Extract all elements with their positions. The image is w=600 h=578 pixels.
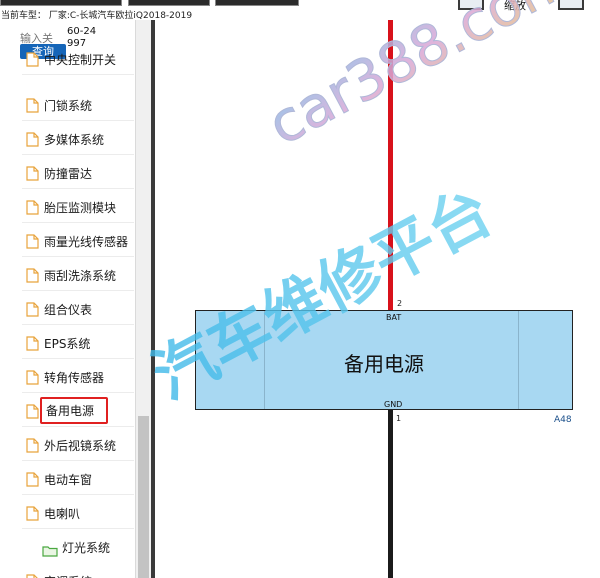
wiring-diagram[interactable]: 2 BAT 备用电源 GND 1 A48	[155, 20, 600, 578]
bat-wire	[388, 20, 393, 310]
gnd-wire	[388, 410, 393, 578]
tree-item-label: 组合仪表	[44, 303, 93, 317]
sidebar-tree: 输入关 60-24997 查询 中央控制开关 门锁系统 多媒体系统 防撞雷达 胎压监测模…	[0, 20, 135, 578]
zoom-button[interactable]	[458, 0, 484, 10]
toolbar-button-2[interactable]	[128, 0, 210, 6]
tree-item-partial[interactable]: 空调系统	[22, 564, 134, 578]
toolbar-button-3[interactable]	[215, 0, 299, 6]
tree-item[interactable]: 电喇叭	[22, 496, 134, 529]
document-icon	[26, 98, 39, 117]
tree-item[interactable]: 防撞雷达	[22, 156, 134, 189]
fit-window-button[interactable]	[558, 0, 584, 10]
tree-item[interactable]: EPS系统	[22, 326, 134, 359]
gnd-pin-label: GND	[384, 400, 403, 409]
tree-item[interactable]: 雨刮洗涤系统	[22, 258, 134, 291]
tree-item[interactable]: 多媒体系统	[22, 122, 134, 155]
component-name: 备用电源	[344, 352, 424, 376]
document-icon	[26, 200, 39, 219]
tree-item[interactable]: 电动车窗	[22, 462, 134, 495]
pin-number-bottom: 1	[396, 414, 402, 423]
tree-item-label: 胎压监测模块	[44, 201, 117, 215]
top-toolbar: 当前车型： 厂家:C-长城汽车欧拉iQ2018-2019 缩放	[0, 0, 600, 21]
document-icon	[26, 302, 39, 321]
tree-folder-lighting[interactable]: 灯光系统	[40, 530, 134, 563]
tree-item-label: 空调系统	[44, 573, 92, 578]
tree-item-label: 雨量光线传感器	[44, 235, 129, 249]
tree-item[interactable]: 胎压监测模块	[22, 190, 134, 223]
tree-item[interactable]: 门锁系统	[22, 88, 134, 121]
tree-item[interactable]: 转角传感器	[22, 360, 134, 393]
document-icon	[26, 438, 39, 457]
document-icon	[26, 234, 39, 253]
component-block[interactable]: BAT 备用电源 GND	[195, 310, 573, 410]
tree-item-label: 备用电源	[40, 397, 109, 424]
document-icon	[26, 472, 39, 491]
zoom-label: 缩放	[504, 0, 526, 12]
document-icon	[26, 336, 39, 355]
tree-item[interactable]: 组合仪表	[22, 292, 134, 325]
tree-item[interactable]: 外后视镜系统	[22, 428, 134, 461]
document-icon	[26, 370, 39, 389]
document-icon	[26, 52, 39, 71]
pin-number-top: 2	[397, 299, 403, 308]
tree-item-label: EPS系统	[44, 337, 91, 351]
tree-item[interactable]: 雨量光线传感器	[22, 224, 134, 257]
tree-item[interactable]: 中央控制开关	[22, 42, 134, 75]
bat-pin-label: BAT	[386, 313, 402, 322]
document-icon	[26, 404, 39, 423]
document-icon	[26, 506, 39, 525]
tree-item-label: 防撞雷达	[44, 167, 93, 181]
tree-item-label: 外后视镜系统	[44, 439, 117, 453]
document-icon	[26, 132, 39, 151]
document-icon	[26, 268, 39, 287]
tree-item-label: 多媒体系统	[44, 133, 105, 147]
tree-item-label: 门锁系统	[44, 99, 93, 113]
tree-item-label: 雨刮洗涤系统	[44, 269, 117, 283]
component-code: A48	[554, 415, 572, 425]
tree-item[interactable]: 备用电源	[22, 394, 134, 427]
document-icon	[26, 166, 39, 185]
toolbar-button-1[interactable]	[0, 0, 122, 6]
scrollbar-thumb[interactable]	[138, 416, 149, 578]
tree-item-label: 中央控制开关	[44, 53, 117, 67]
tree-item-label: 转角传感器	[44, 371, 105, 385]
tree-item-label: 电喇叭	[44, 507, 81, 521]
tree-item-label: 电动车窗	[44, 473, 93, 487]
folder-icon	[42, 542, 58, 561]
document-icon	[26, 574, 39, 578]
tree-folder-label: 灯光系统	[62, 541, 111, 555]
sidebar-scrollbar[interactable]	[135, 20, 152, 578]
